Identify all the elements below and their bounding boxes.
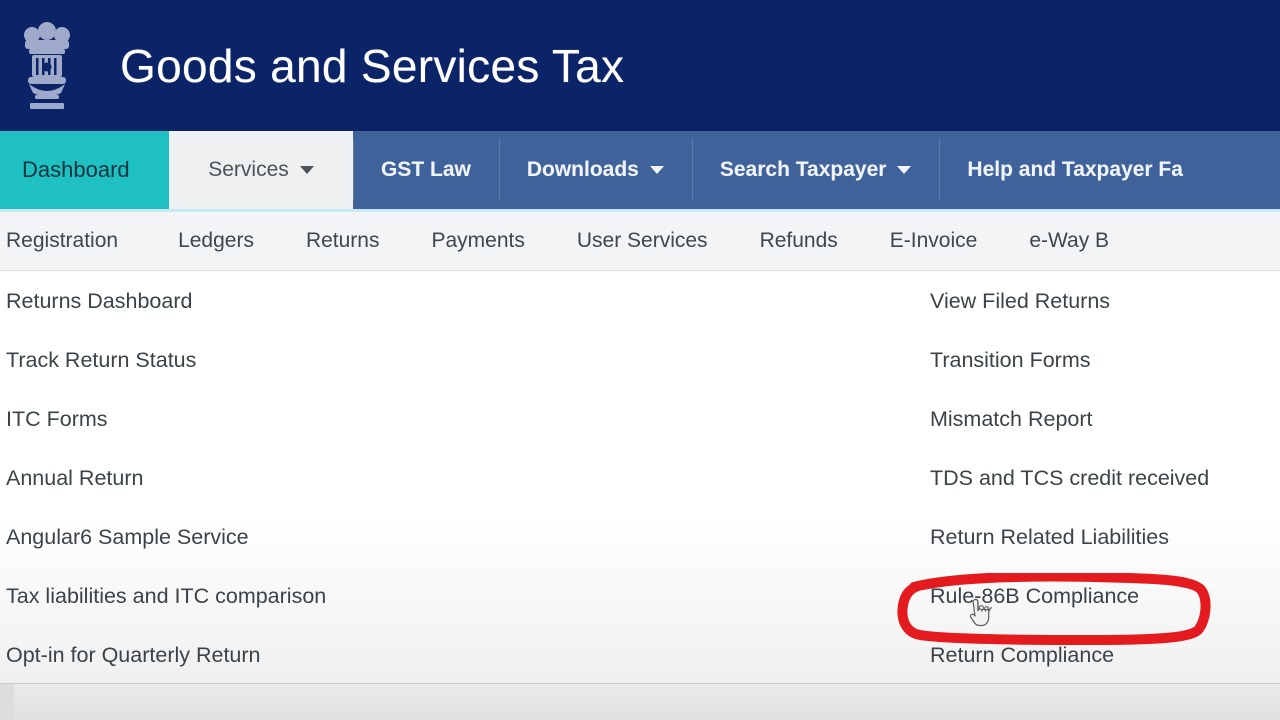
subnav-item-ledgers[interactable]: Ledgers xyxy=(152,229,280,253)
subnav-item-user-services-label: User Services xyxy=(576,229,708,252)
subnav-item-e-invoice-label: E-Invoice xyxy=(889,229,978,252)
main-navigation: Dashboard Services GST Law Downloads Sea… xyxy=(0,131,1280,209)
nav-item-downloads[interactable]: Downloads xyxy=(498,131,692,209)
nav-item-services[interactable]: Services xyxy=(169,131,353,209)
chevron-down-icon xyxy=(299,166,314,174)
subnav-item-payments[interactable]: Payments xyxy=(405,229,550,253)
menu-item-return-related-liabilities[interactable]: Return Related Liabilities xyxy=(930,508,1209,567)
chevron-down-icon xyxy=(897,166,912,174)
subnav-item-e-way-bill-label: e-Way B xyxy=(1029,229,1110,252)
india-national-emblem-icon xyxy=(24,21,70,109)
menu-item-tds-tcs-label: TDS and TCS credit received xyxy=(930,466,1210,490)
subnav-item-payments-label: Payments xyxy=(431,229,525,252)
nav-item-downloads-label: Downloads xyxy=(526,158,639,181)
menu-item-annual-return-label: Annual Return xyxy=(6,466,144,490)
menu-item-transition-forms-label: Transition Forms xyxy=(930,348,1091,372)
page-body-background xyxy=(0,683,1280,720)
menu-item-view-filed-returns[interactable]: View Filed Returns xyxy=(930,272,1209,331)
subnav-item-returns[interactable]: Returns xyxy=(280,229,406,253)
subnav-item-returns-label: Returns xyxy=(305,229,380,252)
nav-item-search-taxpayer[interactable]: Search Taxpayer xyxy=(691,131,940,209)
dropdown-right-column: View Filed Returns Transition Forms Mism… xyxy=(930,272,1209,683)
nav-item-dashboard-label: Dashboard xyxy=(22,157,130,182)
chevron-down-icon xyxy=(649,166,664,174)
returns-dropdown-panel: Returns Dashboard Track Return Status IT… xyxy=(0,272,1280,683)
subnav-item-e-way-bill[interactable]: e-Way B xyxy=(1003,229,1135,253)
menu-item-returns-dashboard-label: Returns Dashboard xyxy=(6,289,193,313)
menu-item-angular6-sample-service-label: Angular6 Sample Service xyxy=(6,525,249,549)
subnav-item-registration-label: Registration xyxy=(6,229,119,252)
menu-item-return-compliance[interactable]: Return Compliance xyxy=(930,626,1209,683)
nav-item-help-label: Help and Taxpayer Fa xyxy=(967,158,1183,181)
menu-item-rule-86b-compliance[interactable]: Rule-86B Compliance xyxy=(930,567,1209,626)
menu-item-return-compliance-label: Return Compliance xyxy=(930,643,1115,667)
menu-item-returns-dashboard[interactable]: Returns Dashboard xyxy=(6,272,326,331)
menu-item-itc-forms[interactable]: ITC Forms xyxy=(6,390,326,449)
menu-item-track-return-status-label: Track Return Status xyxy=(6,348,197,372)
nav-item-gst-law[interactable]: GST Law xyxy=(353,131,499,209)
nav-item-dashboard[interactable]: Dashboard xyxy=(0,131,169,209)
subnav-item-registration[interactable]: Registration xyxy=(0,229,152,253)
gst-portal-screen: Goods and Services Tax Dashboard Service… xyxy=(0,0,1280,720)
menu-item-mismatch-report-label: Mismatch Report xyxy=(930,407,1093,431)
page-title: Goods and Services Tax xyxy=(120,39,625,92)
menu-item-itc-forms-label: ITC Forms xyxy=(6,407,108,431)
nav-item-gst-law-label: GST Law xyxy=(381,158,471,181)
menu-item-angular6-sample-service[interactable]: Angular6 Sample Service xyxy=(6,508,326,567)
menu-item-rule-86b-compliance-label: Rule-86B Compliance xyxy=(930,584,1140,608)
nav-item-help-and-taxpayer-facilities[interactable]: Help and Taxpayer Fa xyxy=(939,131,1211,209)
menu-item-opt-in-label: Opt-in for Quarterly Return xyxy=(6,643,261,667)
services-sub-navigation: Registration Ledgers Returns Payments Us… xyxy=(0,209,1280,271)
menu-item-tds-and-tcs-credit-received[interactable]: TDS and TCS credit received xyxy=(930,449,1209,508)
subnav-item-refunds[interactable]: Refunds xyxy=(734,229,864,253)
subnav-item-user-services[interactable]: User Services xyxy=(551,229,734,253)
menu-item-view-filed-returns-label: View Filed Returns xyxy=(930,289,1111,313)
menu-item-tax-liabilities-label: Tax liabilities and ITC comparison xyxy=(6,584,327,608)
subnav-item-e-invoice[interactable]: E-Invoice xyxy=(864,229,1004,253)
menu-item-opt-in-for-quarterly-return[interactable]: Opt-in for Quarterly Return xyxy=(6,626,326,683)
nav-item-search-taxpayer-label: Search Taxpayer xyxy=(719,158,887,181)
menu-item-annual-return[interactable]: Annual Return xyxy=(6,449,326,508)
menu-item-return-related-liabilities-label: Return Related Liabilities xyxy=(930,525,1170,549)
subnav-item-refunds-label: Refunds xyxy=(759,229,838,252)
menu-item-mismatch-report[interactable]: Mismatch Report xyxy=(930,390,1209,449)
subnav-item-ledgers-label: Ledgers xyxy=(178,229,254,252)
menu-item-transition-forms[interactable]: Transition Forms xyxy=(930,331,1209,390)
menu-item-tax-liabilities-and-itc-comparison[interactable]: Tax liabilities and ITC comparison xyxy=(6,567,326,626)
site-header: Goods and Services Tax xyxy=(0,0,1280,131)
dropdown-left-column: Returns Dashboard Track Return Status IT… xyxy=(6,272,326,683)
nav-item-services-label: Services xyxy=(208,158,289,181)
menu-item-track-return-status[interactable]: Track Return Status xyxy=(6,331,326,390)
